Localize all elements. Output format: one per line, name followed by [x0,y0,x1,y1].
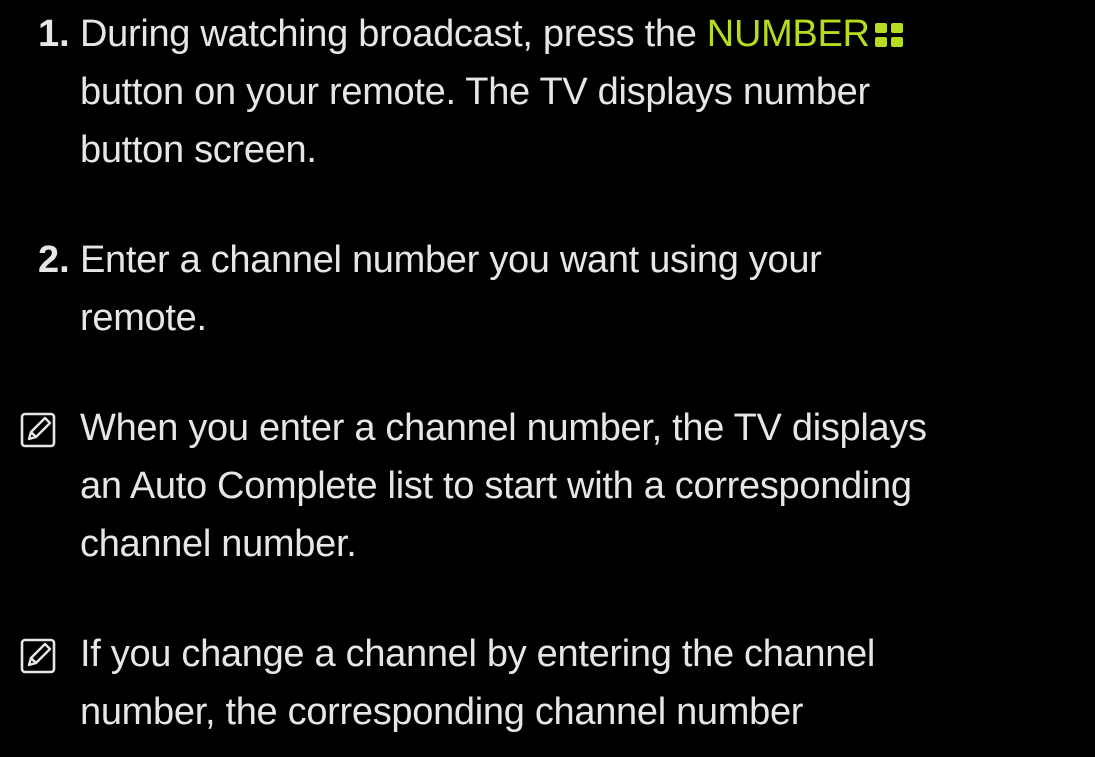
note-icon [20,412,56,448]
step-number: 2. [38,239,70,281]
note-text: When you enter a channel number, the TV … [80,399,1095,573]
note-icon [20,638,56,674]
step-text: Enter a channel number you want using yo… [80,231,1095,347]
note-line: channel number. [80,523,357,565]
step-line: Enter a channel number you want using yo… [80,239,822,281]
note-line: an Auto Complete list to start with a co… [80,465,912,507]
note-line: When you enter a channel number, the TV … [80,407,927,449]
step-line: remote. [80,297,207,339]
note-line: If you change a channel by entering the … [80,633,876,675]
step-line: button screen. [80,129,317,171]
number-button-label: NUMBER [706,13,870,55]
step-number: 1. [38,13,70,55]
step-line-text: During watching broadcast, press the [80,13,707,55]
step-text: During watching broadcast, press the NUM… [80,5,1095,179]
note-line: number, the corresponding channel number [80,691,804,733]
grid-icon [874,23,903,47]
step-line: button on your remote. The TV displays n… [80,71,870,113]
step-line: During watching broadcast, press the NUM… [80,5,1095,63]
manual-page: 1. During watching broadcast, press the … [0,0,1095,757]
note-text: If you change a channel by entering the … [80,625,1095,741]
